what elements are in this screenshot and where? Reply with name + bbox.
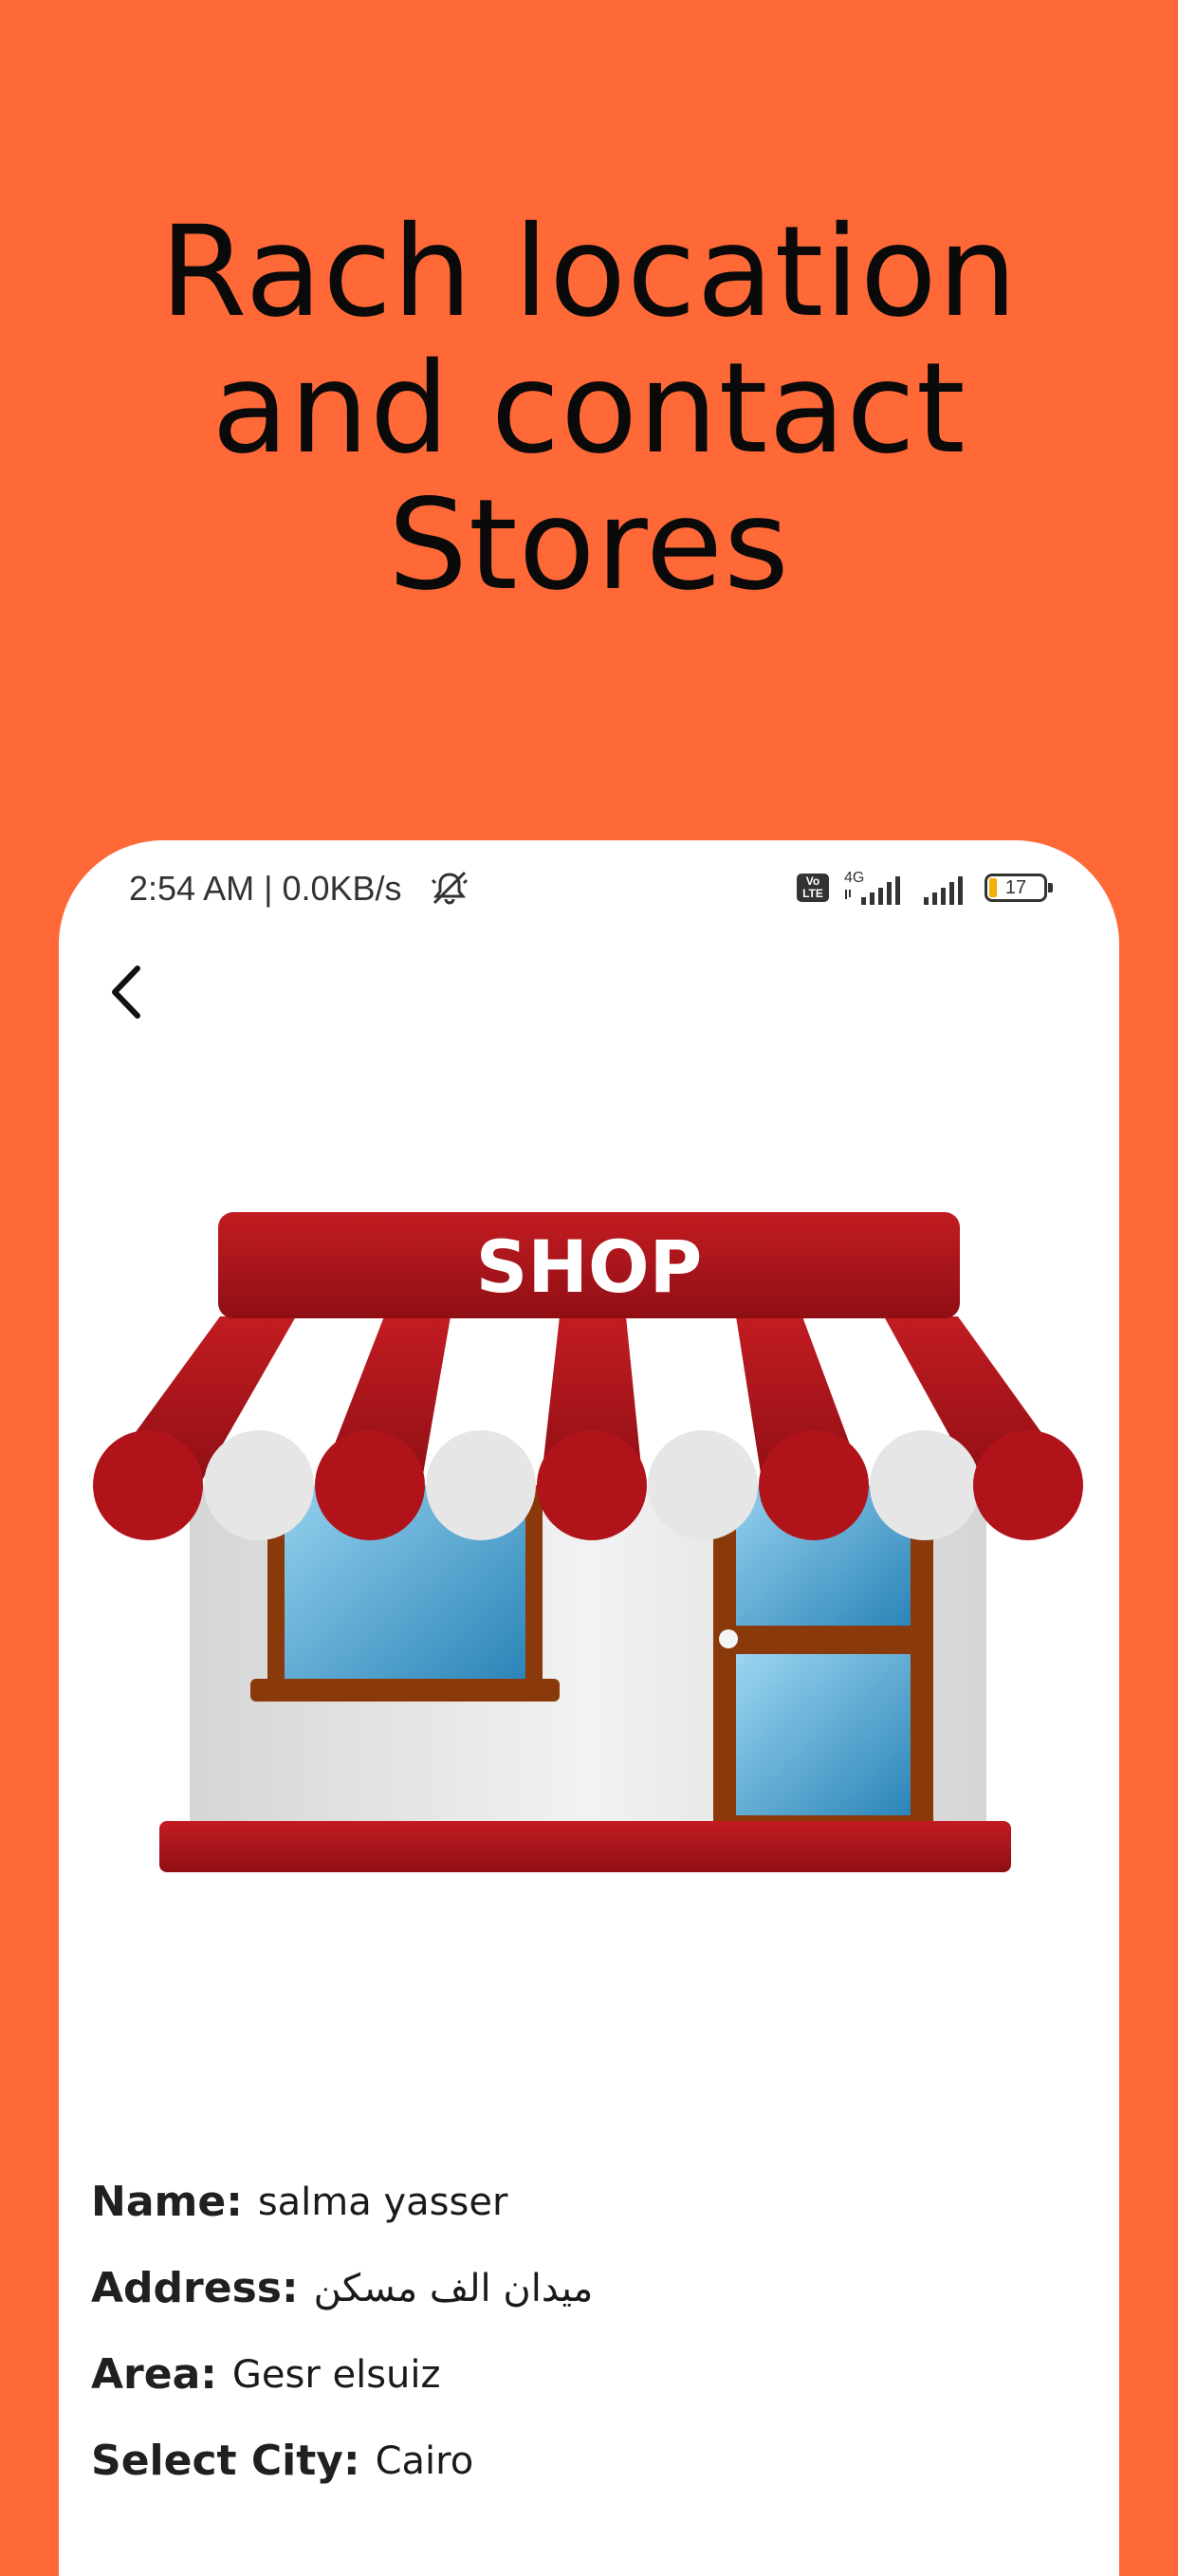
headline-line-3: Stores [388,472,790,618]
status-icons: Vo LTE 4G 17 [797,869,1053,907]
awning-scallop [537,1430,647,1540]
city-value: Cairo [375,2438,474,2483]
shop-sign-text: SHOP [476,1224,703,1309]
detail-address-row: Address: ميدان الف مسكن [91,2245,1087,2331]
volte-label: Vo LTE [802,874,823,900]
status-time: 2:54 AM | 0.0KB/s [129,869,402,908]
signal-4g-icon: 4G [844,870,900,905]
headline-line-1: Rach location [159,199,1019,345]
awning-scallop [759,1430,869,1540]
detail-name-row: Name: salma yasser [91,2159,1087,2245]
area-label: Area: [91,2350,217,2399]
mute-icon [431,871,469,905]
volte-icon: Vo LTE [797,874,829,902]
battery-fill [989,878,997,897]
battery-cap [1048,883,1053,892]
phone-screen: 2:54 AM | 0.0KB/s Vo LTE 4G 17 SHOP Name… [59,840,1119,2576]
awning-scallop [870,1430,980,1540]
detail-city-row: Select City: Cairo [91,2418,1087,2504]
back-button[interactable] [89,954,165,1030]
shop-door-glass-bottom [736,1654,911,1815]
status-bar: 2:54 AM | 0.0KB/s Vo LTE 4G 17 [59,840,1119,935]
battery-level: 17 [1004,877,1027,898]
shop-door-knob [719,1629,738,1648]
headline: Rach location and contact Stores [0,204,1178,614]
detail-area-row: Area: Gesr elsuiz [91,2331,1087,2418]
signal-icon [924,876,963,905]
city-label: Select City: [91,2437,360,2485]
shop-illustration: SHOP [93,1212,1083,1872]
store-details: Name: salma yasser Address: ميدان الف مس… [91,2159,1087,2504]
shop-base [159,1821,1011,1872]
network-label: 4G [844,870,864,886]
address-label: Address: [91,2264,299,2312]
awning-scallop [426,1430,536,1540]
name-label: Name: [91,2178,243,2226]
awning-scallop [973,1430,1083,1540]
headline-line-2: and contact [212,336,966,482]
name-value: salma yasser [257,2180,508,2224]
awning-scallop [204,1430,314,1540]
shop-window-sill [250,1679,560,1702]
awning-scallop [93,1430,203,1540]
battery-icon: 17 [985,874,1053,902]
awning-scallop [648,1430,758,1540]
address-value: ميدان الف مسكن [313,2266,594,2310]
awning-scallop [315,1430,425,1540]
area-value: Gesr elsuiz [231,2352,441,2397]
chevron-left-icon [112,966,140,1019]
